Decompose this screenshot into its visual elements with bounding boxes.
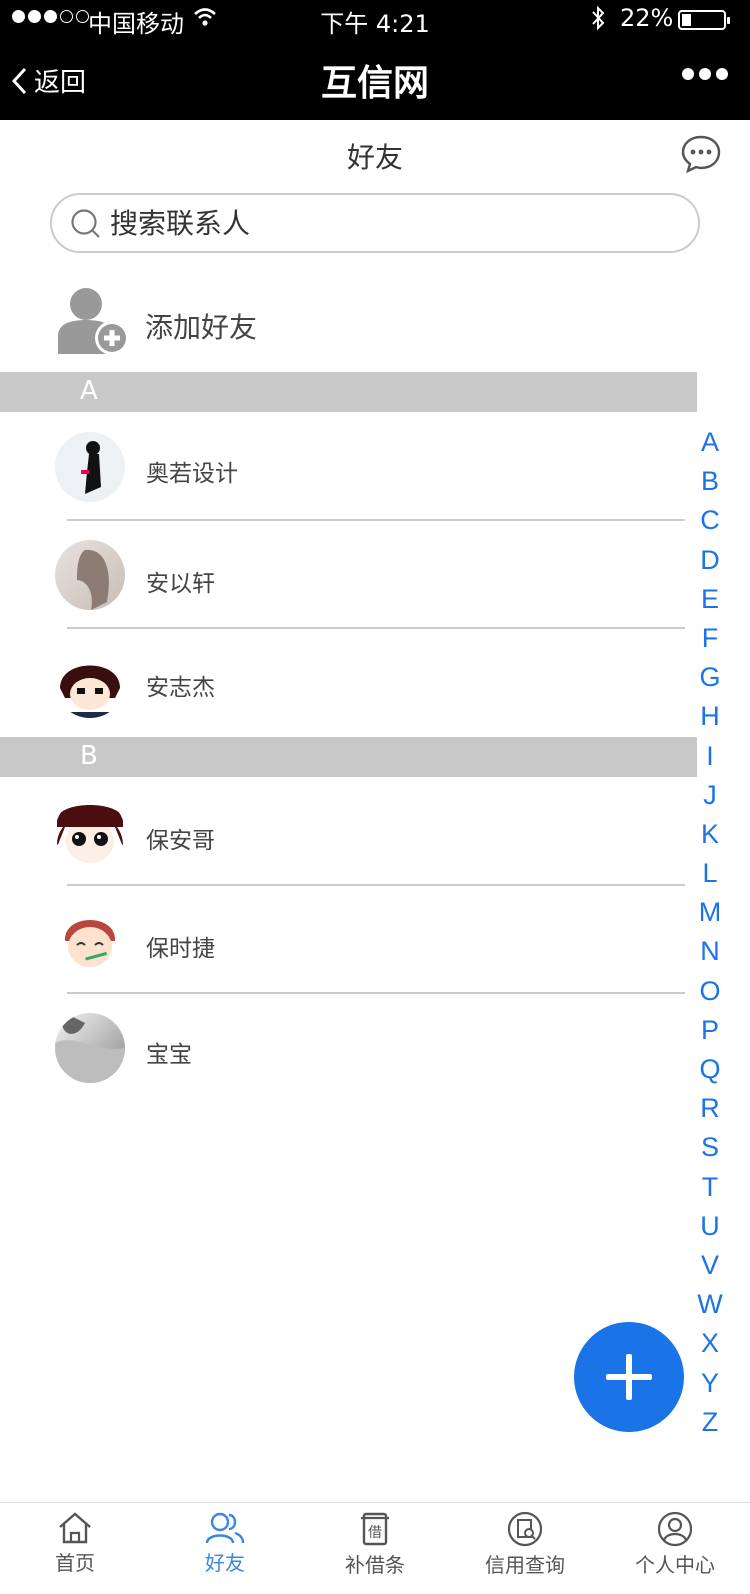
credit-search-icon	[507, 1511, 543, 1547]
contact-name: 安以轩	[146, 571, 215, 597]
svg-text:借: 借	[368, 1525, 382, 1541]
tab-credit-search[interactable]: 信用查询	[450, 1503, 600, 1594]
alphabet-index[interactable]: ABCDEFGHIJKLMNOPQRSTUVWXYZ	[690, 423, 730, 1442]
app-title: 互信网	[320, 63, 429, 104]
contact-row[interactable]: 宝宝	[0, 995, 690, 1103]
iou-icon: 借	[361, 1512, 389, 1546]
section-letter: B	[80, 741, 98, 771]
index-letter-d[interactable]: D	[690, 541, 730, 580]
home-icon	[59, 1512, 91, 1544]
contact-row[interactable]: 奥若设计	[0, 414, 690, 522]
index-letter-a[interactable]: A	[690, 423, 730, 462]
navigation-bar: 返回 互信网	[0, 40, 750, 120]
index-letter-m[interactable]: M	[690, 893, 730, 932]
contact-row[interactable]: 安志杰	[0, 630, 690, 738]
section-header-a: A	[0, 372, 697, 412]
tab-label: 个人中心	[635, 1553, 715, 1577]
divider	[67, 884, 685, 886]
index-letter-z[interactable]: Z	[690, 1403, 730, 1442]
index-letter-l[interactable]: L	[690, 854, 730, 893]
index-letter-x[interactable]: X	[690, 1324, 730, 1363]
index-letter-f[interactable]: F	[690, 619, 730, 658]
index-letter-s[interactable]: S	[690, 1128, 730, 1167]
index-letter-c[interactable]: C	[690, 501, 730, 540]
tab-iou[interactable]: 借 补借条	[300, 1503, 450, 1594]
avatar	[55, 1013, 125, 1083]
tab-label: 好友	[205, 1551, 245, 1575]
index-letter-r[interactable]: R	[690, 1089, 730, 1128]
index-letter-y[interactable]: Y	[690, 1364, 730, 1403]
contact-name: 奥若设计	[146, 461, 238, 487]
contact-name: 保安哥	[146, 828, 215, 854]
index-letter-n[interactable]: N	[690, 932, 730, 971]
battery-icon	[678, 10, 730, 30]
divider	[67, 519, 685, 521]
avatar	[55, 648, 125, 718]
add-button[interactable]	[574, 1322, 684, 1432]
avatar	[55, 905, 125, 975]
index-letter-h[interactable]: H	[690, 697, 730, 736]
index-letter-j[interactable]: J	[690, 776, 730, 815]
tab-label: 首页	[55, 1551, 95, 1575]
index-letter-g[interactable]: G	[690, 658, 730, 697]
tab-label: 信用查询	[485, 1553, 565, 1577]
index-letter-t[interactable]: T	[690, 1168, 730, 1207]
page-title: 好友	[346, 141, 403, 174]
add-friend-label: 添加好友	[145, 311, 258, 344]
tab-label: 补借条	[345, 1553, 405, 1577]
top-bar: 中国移动 下午 4:21 22% 返回 互信网	[0, 0, 750, 120]
index-letter-p[interactable]: P	[690, 1011, 730, 1050]
index-letter-w[interactable]: W	[690, 1285, 730, 1324]
battery-percent: 22%	[620, 4, 674, 32]
avatar	[55, 432, 125, 502]
avatar	[55, 540, 125, 610]
search-input[interactable]	[110, 201, 670, 245]
divider	[67, 627, 685, 629]
bluetooth-icon	[590, 4, 606, 38]
index-letter-u[interactable]: U	[690, 1207, 730, 1246]
search-bar[interactable]	[50, 193, 700, 253]
index-letter-k[interactable]: K	[690, 815, 730, 854]
contact-row[interactable]: 保安哥	[0, 779, 690, 887]
more-options-button[interactable]	[682, 68, 728, 80]
tab-friends[interactable]: 好友	[150, 1503, 300, 1594]
tab-home[interactable]: 首页	[0, 1503, 150, 1594]
index-letter-e[interactable]: E	[690, 580, 730, 619]
section-header-b: B	[0, 737, 697, 777]
friends-page: 中国移动 下午 4:21 22% 返回 互信网 好友 搜索联系人 添加好友 A …	[0, 0, 750, 1594]
friends-icon	[205, 1512, 245, 1544]
tab-bar: 首页 好友 借 补借条 信用查询 个人中心	[0, 1502, 750, 1594]
contact-name: 保时捷	[146, 936, 215, 962]
profile-icon	[657, 1511, 693, 1547]
status-bar: 中国移动 下午 4:21 22%	[0, 0, 750, 40]
tab-profile[interactable]: 个人中心	[600, 1503, 750, 1594]
contact-name: 安志杰	[146, 675, 215, 701]
index-letter-v[interactable]: V	[690, 1246, 730, 1285]
add-friend-row[interactable]: 添加好友	[0, 286, 690, 366]
index-letter-b[interactable]: B	[690, 462, 730, 501]
index-letter-q[interactable]: Q	[690, 1050, 730, 1089]
chat-bubble-icon[interactable]	[680, 134, 722, 178]
index-letter-i[interactable]: I	[690, 737, 730, 776]
divider	[67, 992, 685, 994]
avatar	[55, 797, 125, 867]
contact-row[interactable]: 保时捷	[0, 887, 690, 995]
section-letter: A	[80, 376, 98, 406]
search-icon	[71, 209, 100, 238]
add-user-icon	[58, 288, 129, 355]
index-letter-o[interactable]: O	[690, 972, 730, 1011]
contact-name: 宝宝	[146, 1042, 192, 1068]
contact-row[interactable]: 安以轩	[0, 522, 690, 630]
